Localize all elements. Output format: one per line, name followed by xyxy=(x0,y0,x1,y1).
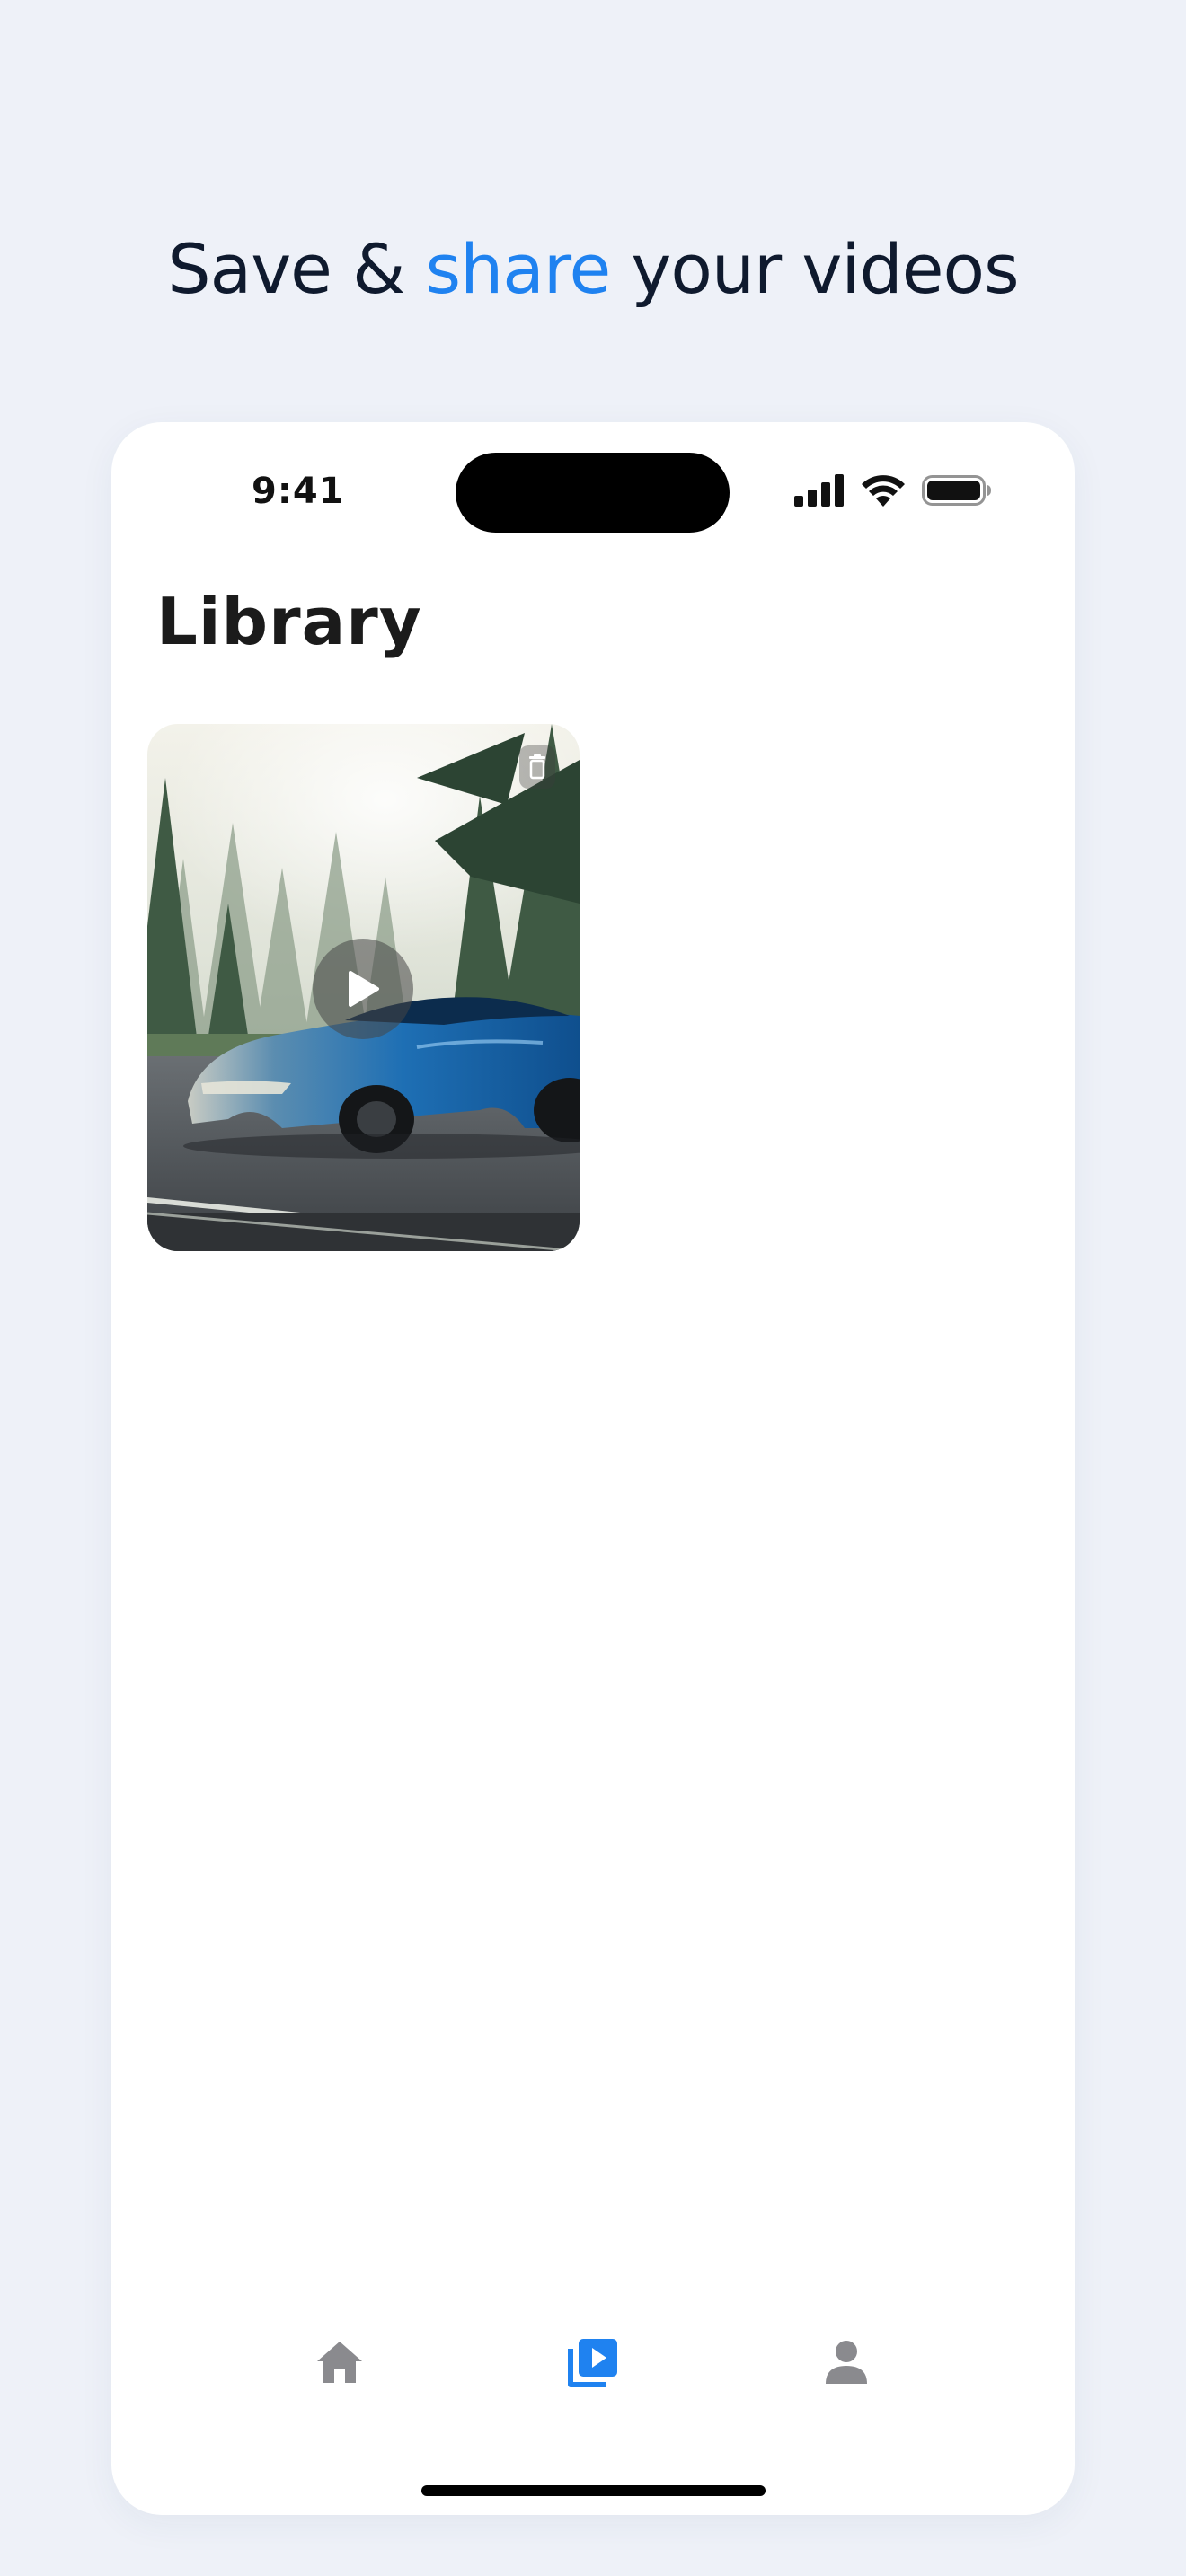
home-icon xyxy=(317,2342,362,2383)
delete-video-button[interactable] xyxy=(519,745,555,789)
tab-home[interactable] xyxy=(286,2317,394,2407)
headline-part1: Save & xyxy=(167,229,426,309)
wifi-icon xyxy=(862,475,905,507)
video-card[interactable] xyxy=(147,724,580,1251)
tab-profile[interactable] xyxy=(792,2317,900,2407)
play-button[interactable] xyxy=(313,939,413,1039)
headline-accent: share xyxy=(425,229,612,309)
battery-icon xyxy=(922,475,991,506)
headline-part2: your videos xyxy=(610,229,1019,309)
play-icon xyxy=(349,971,379,1007)
delete-icon xyxy=(529,754,545,780)
tab-bar xyxy=(111,2317,1075,2425)
phone-frame: 9:41 Library xyxy=(111,422,1075,2515)
dynamic-island xyxy=(456,453,730,533)
page-title: Library xyxy=(156,584,422,659)
profile-icon xyxy=(826,2341,867,2384)
promo-headline: Save & share your videos xyxy=(0,225,1186,314)
status-icons xyxy=(794,474,1010,510)
status-time: 9:41 xyxy=(252,471,345,512)
cellular-signal-icon xyxy=(794,474,844,507)
video-library-icon xyxy=(568,2339,617,2387)
home-indicator xyxy=(421,2485,766,2496)
tab-library[interactable] xyxy=(539,2317,647,2407)
